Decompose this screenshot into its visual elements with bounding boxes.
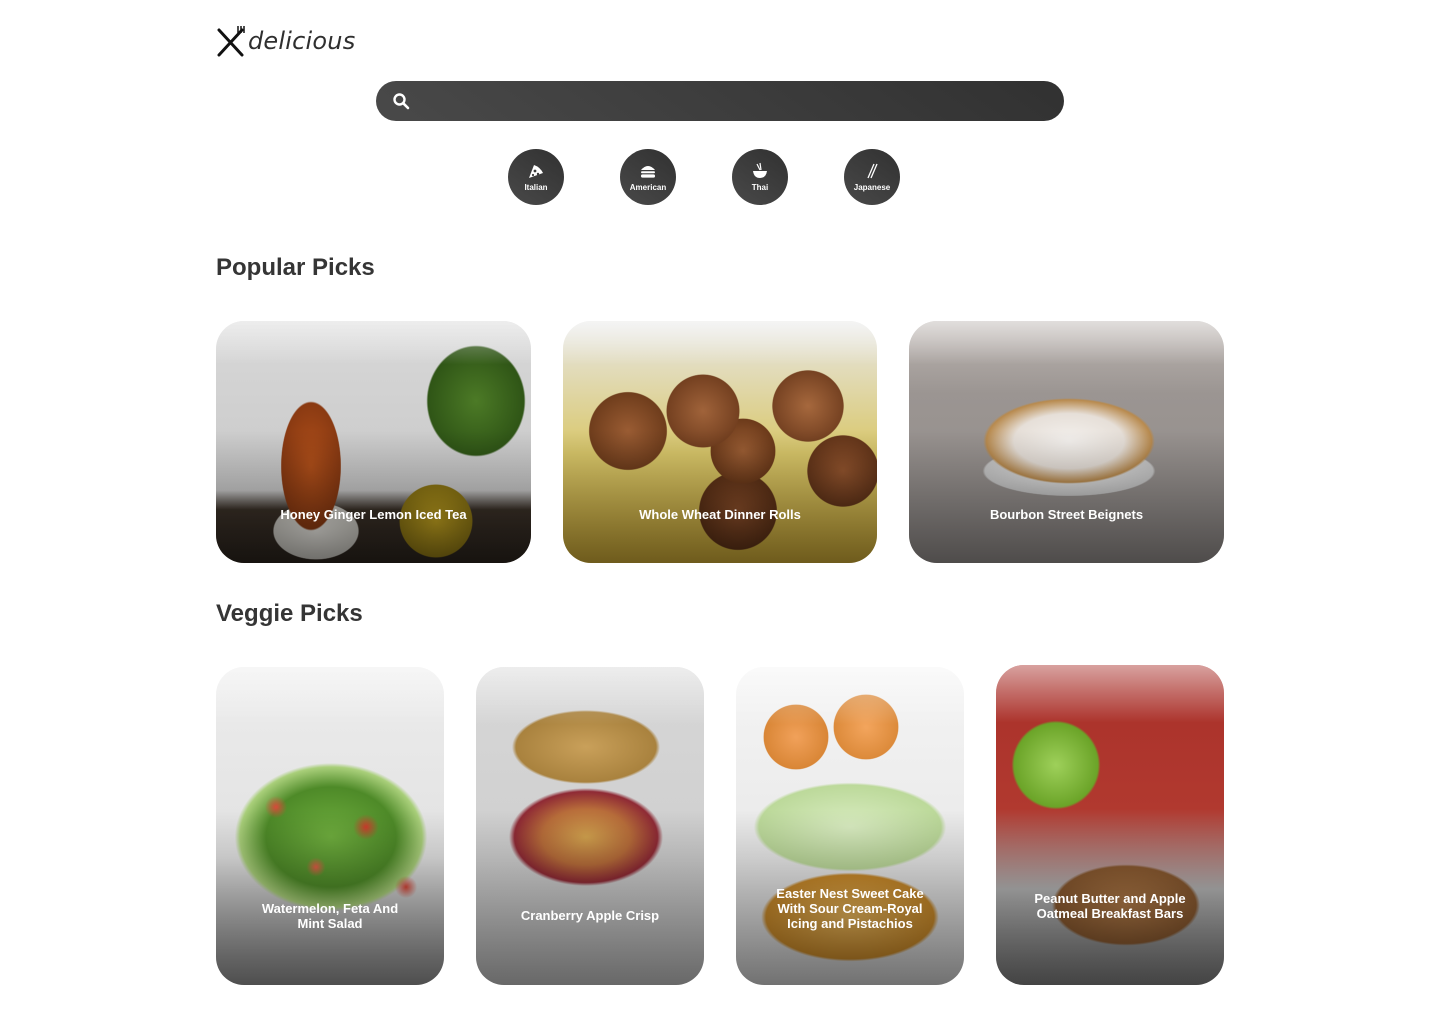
recipe-card[interactable]: Watermelon, Feta And Mint Salad xyxy=(216,667,444,985)
pizza-icon xyxy=(529,165,543,178)
category-american[interactable]: American xyxy=(620,149,676,205)
recipe-card[interactable]: Easter Nest Sweet Cake With Sour Cream-R… xyxy=(736,667,964,985)
burger-icon xyxy=(641,166,655,178)
recipe-title: Bourbon Street Beignets xyxy=(989,507,1144,522)
category-label: American xyxy=(629,183,667,192)
logo[interactable]: delicious xyxy=(216,24,355,58)
noodle-bowl-icon xyxy=(753,162,767,178)
category-nav: Italian American Thai Japanese xyxy=(508,149,900,205)
recipe-card[interactable]: Cranberry Apple Crisp xyxy=(476,667,704,985)
category-thai[interactable]: Thai xyxy=(732,149,788,205)
category-label: Thai xyxy=(751,183,769,192)
recipe-title: Cranberry Apple Crisp xyxy=(520,908,660,923)
recipe-card[interactable]: Whole Wheat Dinner Rolls xyxy=(563,321,877,563)
brand-name: delicious xyxy=(248,27,356,55)
recipe-title: Watermelon, Feta And Mint Salad xyxy=(261,901,399,931)
category-label: Italian xyxy=(524,183,548,192)
search-bar xyxy=(376,81,1064,121)
category-japanese[interactable]: Japanese xyxy=(844,149,900,205)
popular-picks-title: Popular Picks xyxy=(216,254,375,281)
veggie-picks-title: Veggie Picks xyxy=(216,600,363,627)
fork-knife-icon xyxy=(217,26,245,57)
recipe-card[interactable]: Honey Ginger Lemon Iced Tea xyxy=(216,321,531,563)
category-italian[interactable]: Italian xyxy=(508,149,564,205)
recipe-title: Peanut Butter and Apple Oatmeal Breakfas… xyxy=(1034,891,1186,921)
recipe-title: Honey Ginger Lemon Iced Tea xyxy=(280,507,467,522)
chopsticks-icon xyxy=(867,163,878,179)
recipe-card[interactable]: Peanut Butter and Apple Oatmeal Breakfas… xyxy=(996,665,1224,985)
recipe-title: Whole Wheat Dinner Rolls xyxy=(639,507,801,522)
search-icon xyxy=(393,93,410,110)
category-label: Japanese xyxy=(853,183,891,192)
recipe-card[interactable]: Bourbon Street Beignets xyxy=(909,321,1224,563)
recipe-title: Easter Nest Sweet Cake With Sour Cream-R… xyxy=(776,886,924,931)
search-input[interactable] xyxy=(410,81,1064,121)
